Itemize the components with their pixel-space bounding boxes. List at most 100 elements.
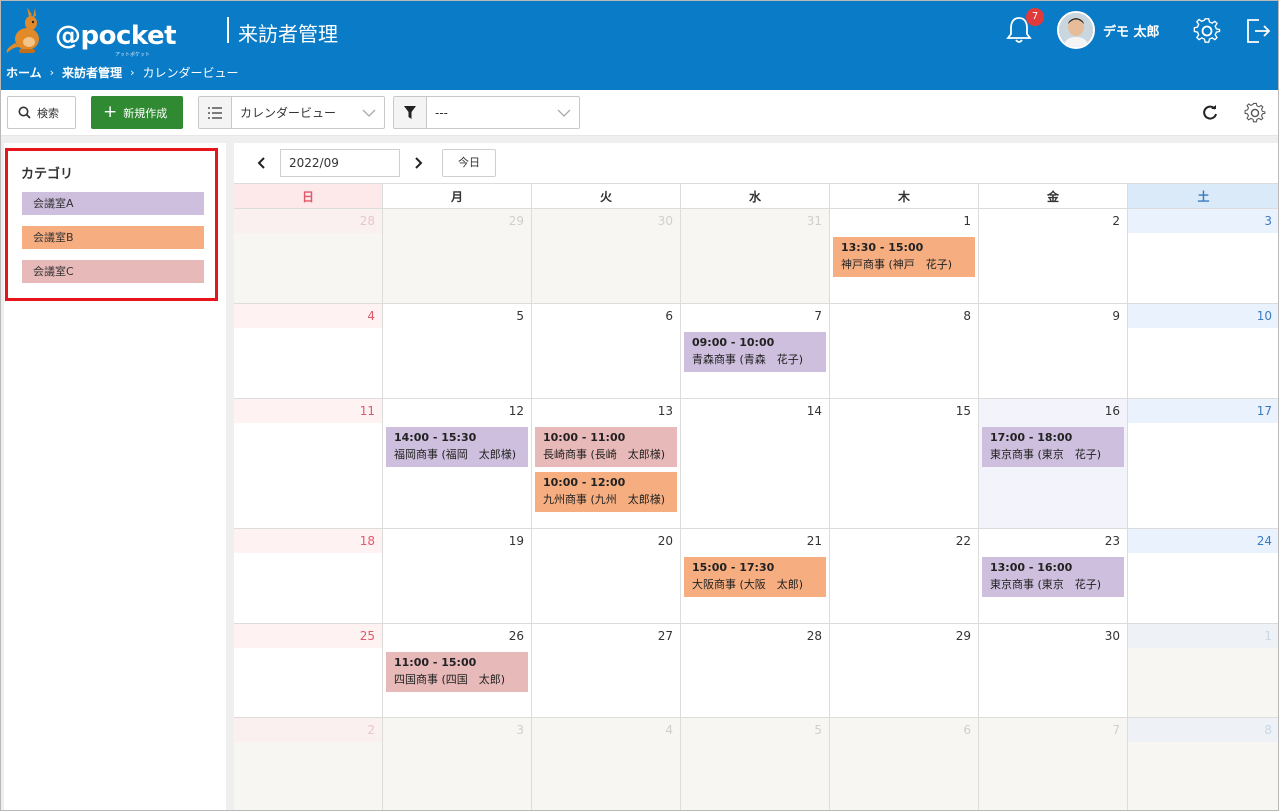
calendar-event[interactable]: 15:00 - 17:30 大阪商事 (大阪 太郎): [684, 557, 826, 597]
category-item-b[interactable]: 会議室B: [22, 226, 204, 249]
day-number: 3: [1264, 214, 1272, 228]
calendar-day-cell[interactable]: 5: [681, 718, 830, 810]
app-logo[interactable]: @pocket アットポケット: [5, 7, 177, 58]
calendar-day-cell[interactable]: 14: [681, 399, 830, 529]
weekend-strip: [234, 304, 382, 328]
event-time: 17:00 - 18:00: [990, 431, 1073, 444]
calendar-day-cell[interactable]: 17: [1128, 399, 1278, 529]
gear-icon[interactable]: [1193, 17, 1221, 45]
calendar-day-cell[interactable]: 15: [830, 399, 979, 529]
calendar-day-cell[interactable]: 30: [979, 624, 1128, 718]
calendar-day-cell[interactable]: 4: [532, 718, 681, 810]
calendar-day-cell[interactable]: 3: [383, 718, 532, 810]
filter-select-value: ---: [435, 105, 448, 120]
calendar-day-cell[interactable]: 9: [979, 304, 1128, 399]
logout-icon[interactable]: [1245, 17, 1271, 45]
notification-badge: 7: [1026, 8, 1044, 26]
calendar-event[interactable]: 09:00 - 10:00 青森商事 (青森 花子): [684, 332, 826, 372]
calendar-event[interactable]: 13:30 - 15:00 神戸商事 (神戸 花子): [833, 237, 975, 277]
calendar-day-cell[interactable]: 20: [532, 529, 681, 624]
calendar-day-cell[interactable]: 31: [681, 209, 830, 304]
top-header: @pocket アットポケット 来訪者管理 ホーム › 来訪者管理 › カレンダ…: [1, 1, 1278, 90]
calendar-day-cell[interactable]: 27: [532, 624, 681, 718]
refresh-icon[interactable]: [1201, 104, 1219, 122]
calendar-day-cell[interactable]: 25: [234, 624, 383, 718]
day-number: 1: [1264, 629, 1272, 643]
calendar-event[interactable]: 10:00 - 11:00 長崎商事 (長崎 太郎様): [535, 427, 677, 467]
calendar-day-cell[interactable]: 28: [234, 209, 383, 304]
calendar-day-cell[interactable]: 5: [383, 304, 532, 399]
calendar-day-cell[interactable]: 7: [979, 718, 1128, 810]
list-icon: [199, 97, 232, 128]
event-time: 14:00 - 15:30: [394, 431, 477, 444]
breadcrumb-home[interactable]: ホーム: [6, 64, 42, 81]
day-number: 20: [657, 534, 673, 548]
calendar-day-cell[interactable]: 8: [830, 304, 979, 399]
day-number: 30: [657, 214, 673, 228]
calendar-day-cell[interactable]: 24: [1128, 529, 1278, 624]
calendar-day-cell[interactable]: 19: [383, 529, 532, 624]
search-button[interactable]: 検索: [7, 96, 76, 129]
day-number: 6: [665, 309, 673, 323]
filter-icon: [394, 97, 427, 128]
day-number: 18: [359, 534, 375, 548]
day-number: 21: [806, 534, 822, 548]
calendar-day-cell[interactable]: 6: [532, 304, 681, 399]
day-number: 24: [1256, 534, 1272, 548]
calendar-day-cell[interactable]: 28: [681, 624, 830, 718]
settings-gear-icon[interactable]: [1244, 102, 1266, 124]
day-number: 26: [508, 629, 524, 643]
calendar-day-cell[interactable]: 30: [532, 209, 681, 304]
calendar-day-cell[interactable]: 10: [1128, 304, 1278, 399]
calendar-event[interactable]: 14:00 - 15:30 福岡商事 (福岡 太郎様): [386, 427, 528, 467]
calendar-day-cell[interactable]: 3: [1128, 209, 1278, 304]
calendar-day-cell[interactable]: 22: [830, 529, 979, 624]
day-number: 5: [814, 723, 822, 737]
toolbar: 検索 + 新規作成 カレンダービュー ---: [1, 90, 1278, 136]
day-number: 5: [516, 309, 524, 323]
weekend-strip: [1128, 209, 1278, 233]
month-input[interactable]: 2022/09: [280, 149, 400, 177]
breadcrumb-chevron-icon: ›: [130, 66, 135, 79]
prev-month-button[interactable]: [251, 153, 271, 173]
calendar-event[interactable]: 17:00 - 18:00 東京商事 (東京 花子): [982, 427, 1124, 467]
event-time: 13:00 - 16:00: [990, 561, 1073, 574]
calendar-day-cell[interactable]: 18: [234, 529, 383, 624]
calendar-day-cell[interactable]: 2: [234, 718, 383, 810]
chevron-right-icon: [415, 157, 423, 169]
calendar-day-cell[interactable]: 29: [383, 209, 532, 304]
calendar-day-cell[interactable]: 11: [234, 399, 383, 529]
calendar-event[interactable]: 11:00 - 15:00 四国商事 (四国 太郎): [386, 652, 528, 692]
avatar[interactable]: [1057, 11, 1095, 49]
weekend-strip: [234, 718, 382, 742]
calendar-day-cell[interactable]: 8: [1128, 718, 1278, 810]
day-number: 12: [508, 404, 524, 418]
day-number: 10: [1256, 309, 1272, 323]
category-item-label: 会議室B: [33, 231, 74, 244]
filter-select[interactable]: ---: [393, 96, 580, 129]
category-item-a[interactable]: 会議室A: [22, 192, 204, 215]
day-number: 22: [955, 534, 971, 548]
user-name[interactable]: デモ 太郎: [1103, 21, 1160, 40]
next-month-button[interactable]: [409, 153, 429, 173]
new-button[interactable]: + 新規作成: [91, 96, 183, 129]
view-select[interactable]: カレンダービュー: [198, 96, 385, 129]
calendar-day-cell[interactable]: 2: [979, 209, 1128, 304]
day-number: 7: [814, 309, 822, 323]
today-button[interactable]: 今日: [442, 149, 496, 177]
calendar-day-cell[interactable]: 1: [1128, 624, 1278, 718]
calendar-event[interactable]: 13:00 - 16:00 東京商事 (東京 花子): [982, 557, 1124, 597]
search-icon: [18, 106, 31, 119]
calendar-day-cell[interactable]: 6: [830, 718, 979, 810]
calendar-event[interactable]: 10:00 - 12:00 九州商事 (九州 太郎様): [535, 472, 677, 512]
breadcrumb-section[interactable]: 来訪者管理: [62, 64, 122, 81]
event-time: 15:00 - 17:30: [692, 561, 775, 574]
event-name: 長崎商事 (長崎 太郎様): [543, 448, 666, 461]
calendar-day-cell[interactable]: 29: [830, 624, 979, 718]
calendar-day-cell[interactable]: 4: [234, 304, 383, 399]
kangaroo-logo-icon: [6, 7, 39, 53]
category-item-label: 会議室C: [33, 265, 74, 278]
category-item-c[interactable]: 会議室C: [22, 260, 204, 283]
weekday-header: 水: [681, 183, 830, 209]
breadcrumb-current: カレンダービュー: [142, 66, 239, 80]
